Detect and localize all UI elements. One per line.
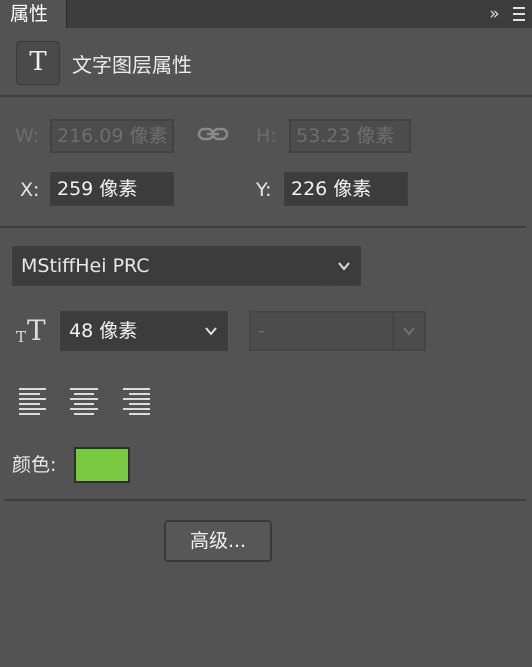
- divider: [4, 499, 526, 501]
- divider: [0, 95, 532, 97]
- align-left-icon[interactable]: [18, 386, 48, 416]
- y-label: Y:: [256, 179, 272, 201]
- font-size-value: 48 像素: [69, 320, 138, 342]
- height-label: H:: [256, 125, 277, 147]
- x-label: X:: [20, 179, 40, 201]
- hamburger-menu-icon[interactable]: [513, 4, 525, 24]
- divider: [0, 226, 526, 228]
- width-field[interactable]: 216.09 像素: [50, 119, 174, 153]
- svg-text:T: T: [27, 314, 46, 346]
- font-family-dropdown[interactable]: MStiffHei PRC: [12, 246, 361, 286]
- font-style-dropdown[interactable]: -: [249, 311, 426, 351]
- svg-text:T: T: [16, 328, 26, 346]
- chevron-down-icon[interactable]: [194, 313, 226, 349]
- double-chevron-right-icon[interactable]: »: [482, 3, 506, 25]
- width-label: W:: [15, 125, 40, 147]
- color-swatch[interactable]: [74, 447, 130, 483]
- type-layer-icon: T: [16, 41, 60, 85]
- height-field[interactable]: 53.23 像素: [289, 119, 411, 153]
- chevron-down-icon[interactable]: [392, 313, 424, 349]
- font-size-icon: T T: [16, 314, 46, 346]
- align-center-icon[interactable]: [69, 386, 99, 416]
- chevron-down-icon[interactable]: [327, 248, 359, 284]
- align-right-icon[interactable]: [121, 386, 151, 416]
- x-position-field[interactable]: 259 像素: [50, 172, 174, 206]
- chain-link-icon[interactable]: [197, 124, 229, 146]
- color-label: 颜色:: [12, 454, 57, 476]
- panel-section-title: 文字图层属性: [72, 53, 192, 77]
- advanced-button[interactable]: 高级...: [164, 520, 272, 562]
- y-position-field[interactable]: 226 像素: [284, 172, 408, 206]
- panel-title-bar: [0, 0, 532, 28]
- font-style-value: -: [258, 320, 265, 342]
- font-family-value: MStiffHei PRC: [21, 255, 150, 277]
- font-size-dropdown[interactable]: 48 像素: [60, 311, 228, 351]
- tab-properties-label: 属性: [10, 3, 49, 25]
